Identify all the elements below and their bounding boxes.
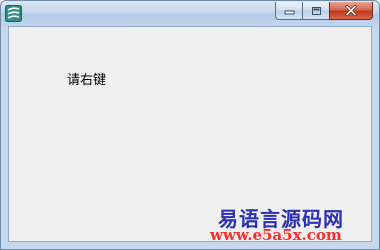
minimize-button[interactable] [275, 2, 302, 20]
maximize-button[interactable] [302, 2, 329, 20]
close-icon [345, 5, 357, 16]
maximize-icon [311, 6, 321, 15]
hint-label: 请右键 [67, 73, 107, 88]
title-bar[interactable] [1, 1, 379, 26]
close-button[interactable] [329, 2, 373, 20]
app-icon[interactable] [5, 5, 22, 22]
watermark-url: www.e5a5x.com [210, 226, 342, 244]
window-controls [275, 2, 373, 20]
minimize-icon [284, 10, 294, 14]
